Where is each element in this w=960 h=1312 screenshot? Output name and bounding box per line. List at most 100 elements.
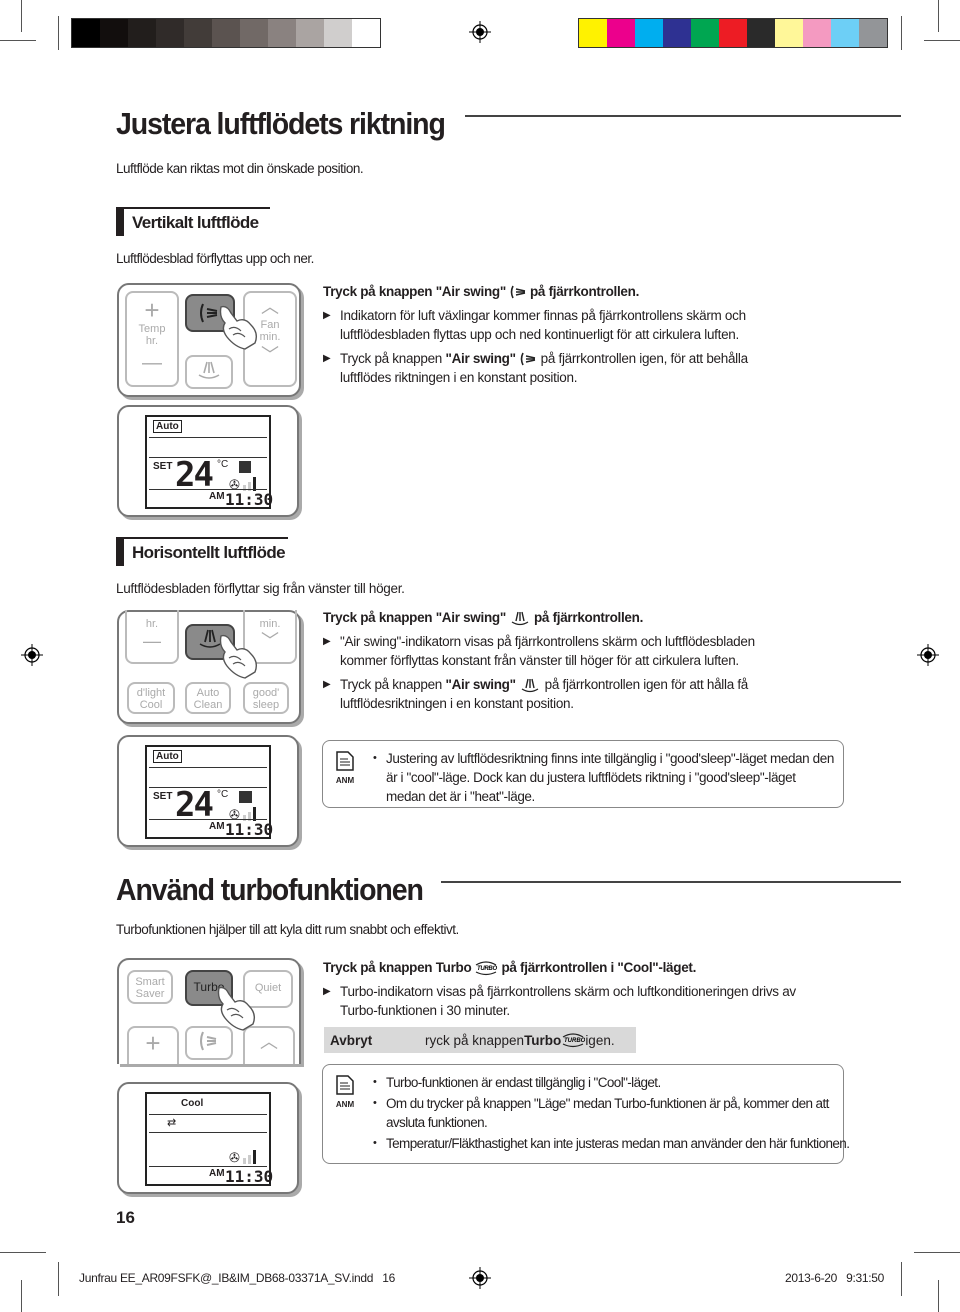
lcd-am-label: AM bbox=[209, 1168, 225, 1179]
lead-text: Tryck på knappen Turbo bbox=[323, 960, 472, 975]
calibration-swatch bbox=[831, 19, 859, 47]
button-label: Smart bbox=[135, 976, 165, 988]
bullet-text: Tryck på knappen bbox=[340, 677, 446, 692]
page-number: 16 bbox=[116, 1208, 135, 1227]
cancel-text: igen. bbox=[585, 1032, 615, 1048]
calibration-swatch bbox=[128, 19, 156, 47]
note-item: Justering av luftflödesriktning finns in… bbox=[373, 749, 835, 806]
cancel-row: Avbryt ryck på knappen Turbo TURBO igen. bbox=[324, 1027, 636, 1053]
bullet-bold: "Air swing" bbox=[445, 351, 516, 366]
minus-icon: — bbox=[143, 631, 161, 651]
calibration-swatch bbox=[324, 19, 352, 47]
note-list: Turbo-funktionen är endast tillgänglig i… bbox=[373, 1073, 850, 1153]
color-calibration-bar bbox=[578, 18, 888, 48]
air-swing-vertical-icon bbox=[510, 285, 526, 298]
lead-text: på fjärrkontrollen. bbox=[533, 610, 644, 625]
plus-icon: + bbox=[145, 1028, 161, 1058]
lcd-unit: °C bbox=[217, 459, 229, 470]
button-label: Clean bbox=[193, 699, 223, 711]
calibration-swatch bbox=[775, 19, 803, 47]
note-list: Justering av luftflödesriktning finns in… bbox=[373, 749, 835, 806]
section-intro: Turbofunktionen hjälper till att kyla di… bbox=[116, 922, 459, 937]
note-label: ANM bbox=[335, 1100, 355, 1109]
svg-text:TURBO: TURBO bbox=[477, 966, 497, 972]
instruction-lead: Tryck på knappen Turbo TURBO på fjärrkon… bbox=[323, 958, 833, 977]
instruction-bullet: Turbo-indikatorn visas på fjärrkontrolle… bbox=[323, 982, 833, 1020]
bullet-text: Tryck på knappen bbox=[340, 351, 446, 366]
registration-mark-icon bbox=[469, 21, 491, 43]
crop-mark bbox=[58, 1262, 59, 1296]
subsection-heading: Horisontellt luftflöde bbox=[116, 537, 288, 566]
section-intro: Luftflöde kan riktas mot din önskade pos… bbox=[116, 161, 364, 176]
crop-mark bbox=[938, 0, 939, 32]
lcd-set-label: SET bbox=[153, 791, 173, 802]
lcd-time: 11:30 bbox=[225, 1167, 274, 1186]
air-swing-horizontal-button bbox=[185, 355, 233, 389]
button-label: Saver bbox=[135, 988, 165, 1000]
lead-text: Tryck på knappen "Air swing" bbox=[323, 284, 506, 299]
instruction-block: Tryck på knappen "Air swing" på fjärrkon… bbox=[323, 608, 773, 713]
remote-display-illustration: Cool ⇄ ✇ AM 11:30 bbox=[117, 1082, 299, 1194]
crop-mark bbox=[901, 16, 902, 50]
calibration-swatch bbox=[100, 19, 128, 47]
calibration-swatch bbox=[240, 19, 268, 47]
crop-mark bbox=[21, 1280, 22, 1312]
dlight-cool-button: d'light Cool bbox=[127, 682, 175, 714]
lcd-mode: Auto bbox=[153, 750, 182, 763]
calibration-swatch bbox=[352, 19, 380, 47]
note-label: ANM bbox=[335, 776, 355, 785]
hand-pointer-icon bbox=[219, 305, 258, 350]
subsection-subtitle: Luftflödesblad förflyttas upp och ner. bbox=[116, 251, 314, 266]
hand-pointer-icon bbox=[219, 634, 258, 679]
lcd-time: 11:30 bbox=[225, 490, 274, 509]
plus-icon: + bbox=[144, 295, 160, 325]
button-label: min. bbox=[259, 618, 281, 630]
fan-speed-bars-icon bbox=[243, 1150, 256, 1164]
calibration-swatch bbox=[72, 19, 100, 47]
hand-pointer-icon bbox=[217, 986, 256, 1031]
lcd-screen: Auto SET 24 °C ✇ AM 11:30 bbox=[145, 415, 274, 509]
lcd-mode: Cool bbox=[181, 1098, 204, 1109]
crop-mark bbox=[938, 1280, 939, 1312]
instruction-bullet: Tryck på knappen "Air swing" på fjärrkon… bbox=[323, 349, 773, 387]
button-label: d'light bbox=[136, 687, 166, 699]
air-swing-vertical-icon bbox=[520, 353, 536, 366]
good-sleep-button: good' sleep bbox=[243, 682, 289, 714]
air-swing-horizontal-icon bbox=[521, 679, 539, 693]
temp-button: + bbox=[127, 1026, 179, 1064]
lcd-screen: Auto SET 24 °C ✇ AM 11:30 bbox=[145, 745, 274, 839]
subsection-heading: Vertikalt luftflöde bbox=[116, 207, 270, 236]
temp-button: + Temp hr. — bbox=[125, 291, 179, 387]
gray-calibration-bar bbox=[71, 18, 381, 48]
note-icon: ANM bbox=[333, 1075, 357, 1109]
slug-date: 2013-6-20 9:31:50 bbox=[785, 1271, 885, 1285]
instruction-bullet: Indikatorn för luft växlingar kommer fin… bbox=[323, 306, 773, 344]
document-icon bbox=[336, 751, 354, 771]
instruction-lead: Tryck på knappen "Air swing" på fjärrkon… bbox=[323, 608, 773, 627]
crop-mark bbox=[21, 0, 22, 32]
registration-mark-icon bbox=[469, 1267, 491, 1289]
section-title: Använd turbofunktionen bbox=[116, 872, 424, 907]
button-label: good' bbox=[252, 687, 280, 699]
registration-mark-icon bbox=[917, 644, 939, 666]
lcd-screen: Cool ⇄ ✇ AM 11:30 bbox=[145, 1092, 274, 1186]
lead-text: på fjärrkontrollen. bbox=[529, 284, 640, 299]
calibration-swatch bbox=[607, 19, 635, 47]
lcd-mode: Auto bbox=[153, 420, 182, 433]
lcd-time: 11:30 bbox=[225, 820, 274, 839]
crop-mark bbox=[924, 40, 960, 41]
lcd-set-label: SET bbox=[153, 461, 173, 472]
section-title: Justera luftflödets riktning bbox=[116, 106, 446, 141]
subsection-heading-text: Horisontellt luftflöde bbox=[132, 543, 286, 562]
slug-filename: Junfrau EE_AR09FSFK@_IB&IM_DB68-03371A_S… bbox=[79, 1271, 395, 1285]
lcd-unit: °C bbox=[217, 789, 229, 800]
crop-mark bbox=[0, 1252, 46, 1253]
remote-display-illustration: Auto SET 24 °C ✇ AM 11:30 bbox=[117, 735, 299, 847]
crop-mark bbox=[58, 16, 59, 50]
lead-text: Tryck på knappen "Air swing" bbox=[323, 610, 506, 625]
button-label: hr. bbox=[145, 335, 159, 347]
remote-display-illustration: Auto SET 24 °C ✇ AM 11:30 bbox=[117, 405, 299, 517]
instruction-bullet: Tryck på knappen "Air swing" på fjärrkon… bbox=[323, 675, 773, 713]
air-swing-vertical-indicator-icon bbox=[239, 461, 251, 473]
turbo-indicator-icon: ⇄ bbox=[167, 1117, 177, 1129]
